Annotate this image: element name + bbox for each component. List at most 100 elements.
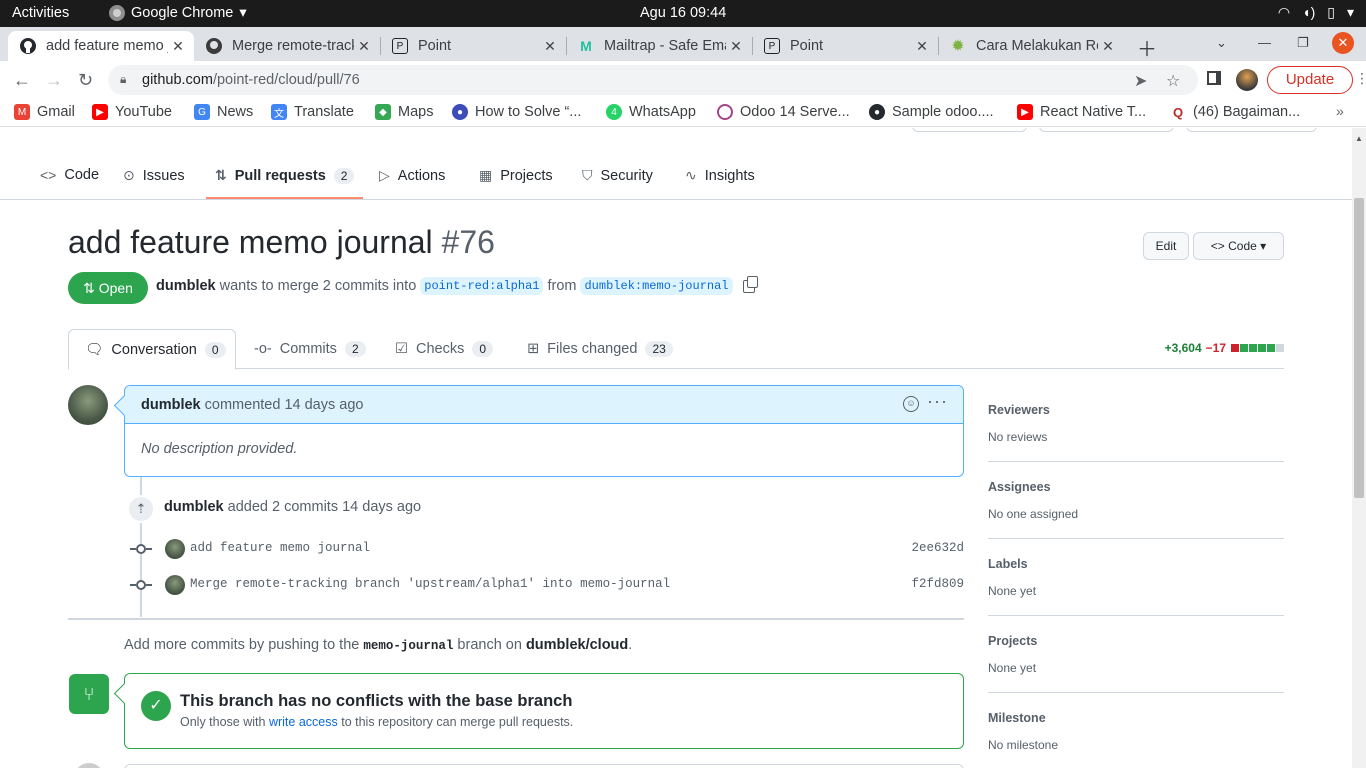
forward-icon[interactable]: → — [45, 70, 63, 91]
tab-search-icon[interactable]: ⌄ — [1216, 35, 1227, 51]
back-icon[interactable]: ← — [13, 70, 31, 91]
tab-checks[interactable]: ☑ Checks 0 — [379, 329, 509, 369]
close-window-button[interactable]: ✕ — [1332, 32, 1354, 54]
scrollbar[interactable]: ▲ — [1352, 128, 1366, 768]
bookmark-item[interactable]: 文 Translate — [271, 104, 354, 120]
nav-code[interactable]: <> Code — [40, 167, 99, 183]
timeline-divider — [68, 618, 964, 620]
commit-message[interactable]: add feature memo journal — [190, 541, 370, 555]
github-icon — [206, 38, 222, 54]
repo-link[interactable]: dumblek/cloud — [526, 637, 628, 653]
event-author[interactable]: dumblek — [164, 499, 224, 515]
bookmark-item[interactable]: ● Sample odoo.... — [869, 104, 994, 120]
tab-conversation[interactable]: 🗨︎ Conversation 0 — [68, 329, 236, 370]
close-icon[interactable]: ✕ — [354, 38, 374, 55]
commit-sha[interactable]: f2fd809 — [911, 577, 964, 591]
diffstat[interactable]: +3,604 −17 — [1165, 341, 1284, 355]
sidebar-heading[interactable]: Reviewers — [988, 403, 1284, 417]
avatar[interactable] — [165, 575, 185, 595]
commit-message[interactable]: Merge remote-tracking branch 'upstream/a… — [190, 577, 670, 591]
star-button[interactable] — [1186, 128, 1317, 132]
active-tab-underline — [206, 197, 363, 199]
avatar[interactable] — [1236, 69, 1258, 91]
commit-sha[interactable]: 2ee632d — [911, 541, 964, 555]
watch-button[interactable] — [912, 128, 1027, 132]
close-icon[interactable]: ✕ — [1098, 38, 1118, 55]
chevron-right-icon[interactable]: » — [1336, 103, 1344, 119]
sidebar-heading[interactable]: Labels — [988, 557, 1284, 571]
url-text[interactable]: github.com/point-red/cloud/pull/76 — [142, 72, 360, 88]
browser-tab[interactable]: Merge remote-tracking ✕ — [194, 31, 380, 61]
bookmark-item[interactable]: 4 WhatsApp — [606, 104, 696, 120]
reload-icon[interactable]: ↻ — [78, 70, 93, 91]
address-row: ← → ↻ 🔒︎ github.com/point-red/cloud/pull… — [0, 61, 1366, 99]
browser-tab[interactable]: add feature memo journal ✕ — [8, 31, 194, 61]
sidebar-value: No reviews — [988, 430, 1048, 444]
maximize-icon[interactable]: ❐ — [1297, 35, 1309, 51]
bookmark-item[interactable]: ▶ YouTube — [92, 104, 172, 120]
app-menu[interactable]: Google Chrome ▾ — [109, 5, 247, 21]
star-icon[interactable]: ☆ — [1166, 71, 1180, 91]
bookmark-item[interactable]: ◆ Maps — [375, 104, 433, 120]
comment-author[interactable]: dumblek — [141, 397, 201, 413]
tab-files-changed[interactable]: ⊞ Files changed 23 — [511, 329, 689, 369]
address-bar[interactable]: 🔒︎ github.com/point-red/cloud/pull/76 ➤ … — [108, 65, 1198, 95]
new-tab-button[interactable]: ＋ — [1137, 33, 1157, 62]
close-icon[interactable]: ✕ — [726, 38, 746, 55]
close-icon[interactable]: ✕ — [540, 38, 560, 55]
minimize-icon[interactable]: — — [1258, 35, 1271, 50]
gmail-icon: M — [14, 104, 30, 120]
browser-tab[interactable]: P Point ✕ — [752, 31, 938, 61]
pr-tabs: 🗨︎ Conversation 0 -o- Commits 2 ☑ Checks 0 ⊞ Fi… — [68, 329, 1284, 370]
sidebar-heading[interactable]: Assignees — [988, 480, 1284, 494]
tab-commits[interactable]: -o- Commits 2 — [238, 329, 382, 369]
bookmark-item[interactable]: G News — [194, 104, 253, 120]
bookmark-item[interactable]: Odoo 14 Serve... — [717, 104, 850, 120]
write-access-link[interactable]: write access — [269, 715, 338, 729]
code-dropdown-button[interactable]: <> Code ▾ — [1193, 232, 1284, 260]
list-item: Merge remote-tracking branch 'upstream/a… — [130, 575, 964, 595]
browser-tab[interactable]: P Point ✕ — [380, 31, 566, 61]
fork-button[interactable] — [1039, 128, 1174, 132]
avatar[interactable] — [68, 385, 108, 425]
avatar[interactable] — [165, 539, 185, 559]
copy-icon[interactable] — [742, 275, 758, 293]
edit-button[interactable]: Edit — [1143, 232, 1189, 260]
pull-request-icon: ⇅ — [83, 280, 95, 296]
bookmark-item[interactable]: ▶ React Native T... — [1017, 104, 1146, 120]
kebab-horizontal-icon[interactable]: ··· — [927, 391, 948, 412]
system-tray[interactable]: ◠ ◖) ▯ ▾ — [1278, 4, 1354, 21]
more-menu-icon[interactable]: ⋮ — [1355, 70, 1366, 87]
smiley-icon[interactable]: ☺ — [903, 396, 919, 412]
sidebar-labels: Labels None yet — [988, 557, 1284, 616]
os-top-bar: Activities Google Chrome ▾ Agu 16 09:44 … — [0, 0, 1366, 27]
author-link[interactable]: dumblek — [156, 278, 216, 294]
scroll-up-icon[interactable]: ▲ — [1355, 134, 1363, 143]
clock[interactable]: Agu 16 09:44 — [640, 5, 726, 21]
sidebar-heading[interactable]: Milestone — [988, 711, 1284, 725]
nav-issues[interactable]: ⊙ Issues — [123, 167, 185, 184]
update-button[interactable]: Update — [1267, 66, 1353, 94]
wifi-icon: ◠ — [1277, 4, 1291, 20]
browser-tab[interactable]: M Mailtrap - Safe Email ✕ — [566, 31, 752, 61]
base-branch[interactable]: point-red:alpha1 — [420, 277, 544, 295]
branch-name: memo-journal — [363, 639, 454, 653]
scrollbar-thumb[interactable] — [1354, 198, 1364, 498]
bookmark-item[interactable]: Q (46) Bagaiman... — [1170, 104, 1300, 120]
activities-button[interactable]: Activities — [12, 5, 69, 21]
side-panel-icon[interactable] — [1207, 71, 1221, 85]
lock-icon[interactable]: 🔒︎ — [120, 72, 126, 87]
nav-security[interactable]: ⛉ Security — [582, 167, 653, 184]
browser-tab[interactable]: ✹ Cara Melakukan Rebase ✕ — [938, 31, 1124, 61]
nav-projects[interactable]: ▦ Projects — [479, 167, 553, 184]
nav-actions[interactable]: ▷ Actions — [379, 167, 445, 184]
nav-insights[interactable]: ∿ Insights — [685, 167, 755, 184]
sidebar-heading[interactable]: Projects — [988, 634, 1284, 648]
nav-pull-requests[interactable]: ⇅ Pull requests 2 — [215, 167, 355, 184]
close-icon[interactable]: ✕ — [168, 38, 188, 55]
head-branch[interactable]: dumblek:memo-journal — [580, 277, 733, 295]
send-icon[interactable]: ➤ — [1134, 71, 1147, 91]
close-icon[interactable]: ✕ — [912, 38, 932, 55]
bookmark-item[interactable]: ● How to Solve “... — [452, 104, 581, 120]
bookmark-item[interactable]: M Gmail — [14, 104, 75, 120]
